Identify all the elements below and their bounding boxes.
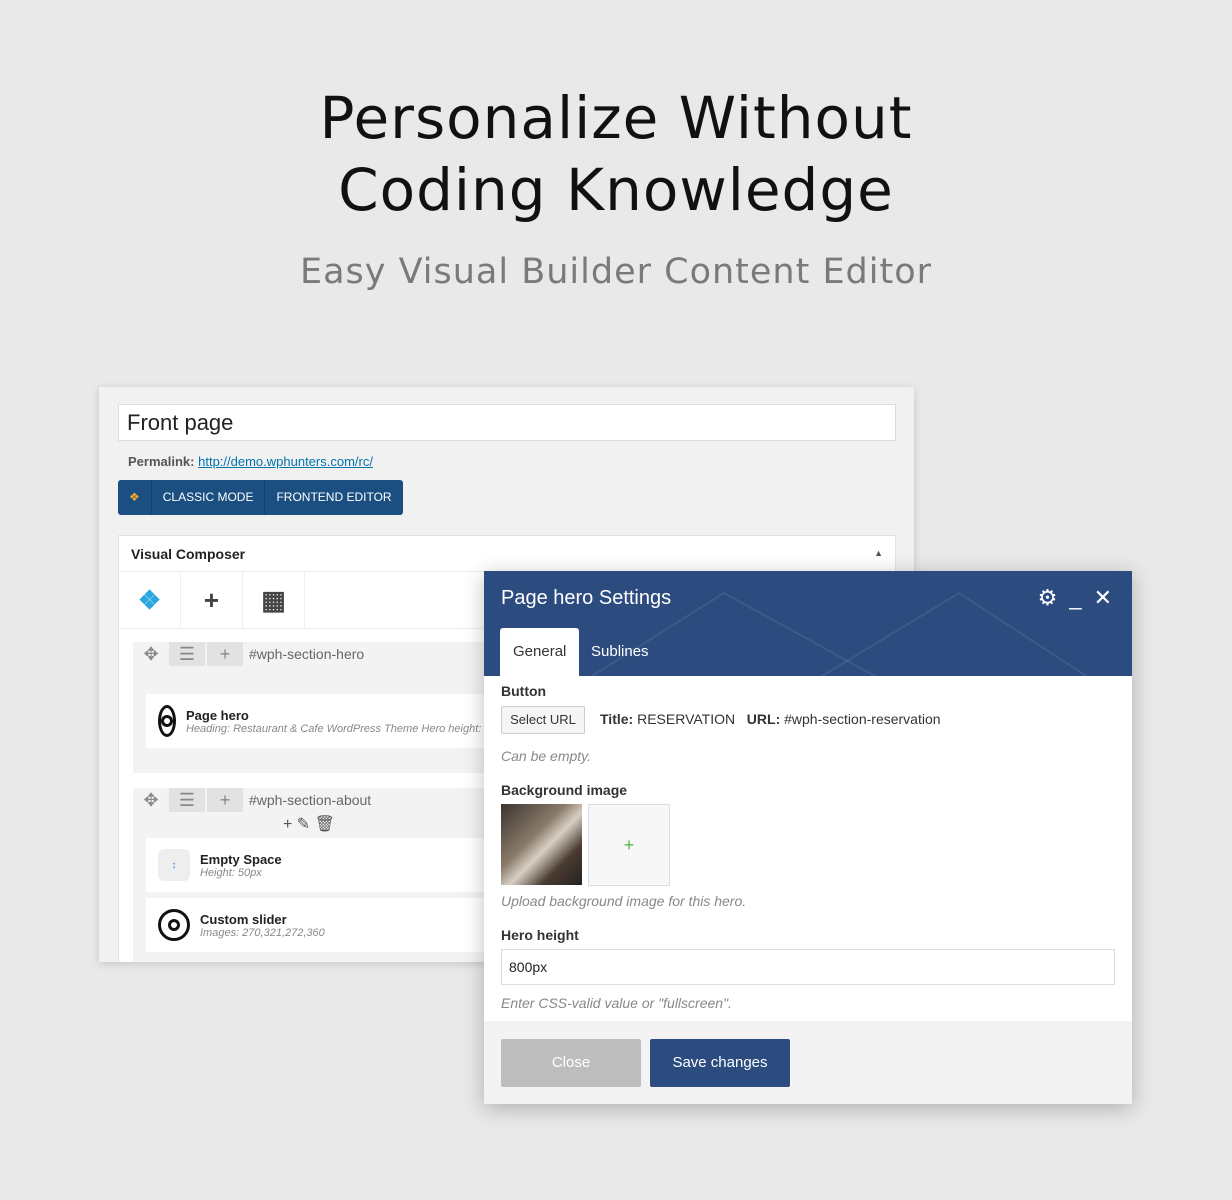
element-empty-space[interactable]: ↕ Empty Space Height: 50px xyxy=(146,838,486,892)
layout-icon[interactable]: ☰ xyxy=(169,642,205,666)
save-changes-button[interactable]: Save changes xyxy=(650,1039,790,1087)
vc-logo-icon[interactable]: ❖ xyxy=(119,572,181,628)
permalink: Permalink: http://demo.wphunters.com/rc/ xyxy=(128,454,373,469)
add-icon[interactable]: + xyxy=(207,788,243,812)
tab-sublines[interactable]: Sublines xyxy=(578,628,662,676)
layout-icon[interactable]: ☰ xyxy=(169,788,205,812)
background-image-label: Background image xyxy=(501,782,628,798)
background-image-hint: Upload background image for this hero. xyxy=(501,893,747,909)
url-info: Title: RESERVATION URL: #wph-section-res… xyxy=(600,711,941,727)
close-button[interactable]: Close xyxy=(501,1039,641,1087)
minimize-icon[interactable]: _ xyxy=(1069,585,1081,611)
element-name: Page hero xyxy=(186,707,249,723)
element-icon xyxy=(158,705,176,737)
vc-logo-icon[interactable]: ❖ xyxy=(118,480,152,515)
element-desc: Height: 50px xyxy=(200,866,262,879)
section-id: #wph-section-about xyxy=(249,792,372,808)
modal-footer: Close Save changes xyxy=(484,1021,1132,1104)
select-url-button[interactable]: Select URL xyxy=(501,706,585,734)
close-icon[interactable]: ✕ xyxy=(1094,585,1112,611)
element-custom-slider[interactable]: Custom slider Images: 270,321,272,360 xyxy=(146,898,486,952)
title-key: Title: xyxy=(600,711,634,727)
element-desc: Images: 270,321,272,360 xyxy=(200,926,325,939)
button-label: Button xyxy=(501,683,547,699)
headline-line-2: Coding Knowledge xyxy=(338,156,894,224)
tab-general[interactable]: General xyxy=(500,628,580,676)
section-id: #wph-section-hero xyxy=(249,646,365,662)
permalink-link[interactable]: http://demo.wphunters.com/rc/ xyxy=(198,454,373,469)
section-hero: ✥ ☰ + #wph-section-hero Page hero Heading: R… xyxy=(133,642,514,773)
mode-bar: ❖ CLASSIC MODE FRONTEND EDITOR xyxy=(118,480,403,515)
add-image-button[interactable]: + xyxy=(588,804,670,886)
title-value: RESERVATION xyxy=(637,711,736,727)
hero-height-label: Hero height xyxy=(501,927,579,943)
subheadline: Easy Visual Builder Content Editor xyxy=(299,252,933,292)
permalink-label: Permalink: xyxy=(128,454,195,469)
modal-header: Page hero Settings ⚙ _ ✕ General Sublines xyxy=(484,571,1132,676)
collapse-arrow-icon[interactable]: ▲ xyxy=(874,548,883,558)
url-key: URL: xyxy=(746,711,781,727)
vc-header[interactable]: Visual Composer ▲ xyxy=(119,536,895,572)
frontend-editor-button[interactable]: FRONTEND EDITOR xyxy=(265,480,402,515)
classic-mode-button[interactable]: CLASSIC MODE xyxy=(152,480,266,515)
element-name: Empty Space xyxy=(200,851,282,867)
move-icon[interactable]: ✥ xyxy=(133,788,169,812)
modal-title: Page hero Settings xyxy=(501,587,672,609)
background-image-thumbnail[interactable] xyxy=(501,804,582,885)
button-hint: Can be empty. xyxy=(501,748,592,764)
headline: Personalize Without Coding Knowledge xyxy=(0,82,1232,226)
hero-height-hint: Enter CSS-valid value or "fullscreen". xyxy=(501,995,732,1011)
column-controls[interactable]: + ✎ 🗑 xyxy=(283,814,335,834)
templates-icon[interactable]: ▦ xyxy=(243,572,305,628)
element-name: Custom slider xyxy=(200,911,287,927)
settings-modal: Page hero Settings ⚙ _ ✕ General Sublines … xyxy=(484,571,1132,1104)
url-value: #wph-section-reservation xyxy=(784,711,941,727)
headline-line-1: Personalize Without xyxy=(319,84,913,152)
element-desc: Heading: Restaurant & Cafe WordPress The… xyxy=(186,722,515,735)
page-title-input[interactable]: Front page xyxy=(118,404,896,441)
move-icon[interactable]: ✥ xyxy=(133,642,169,666)
gear-icon[interactable]: ⚙ xyxy=(1038,585,1058,611)
vc-title: Visual Composer xyxy=(131,546,246,562)
element-page-hero[interactable]: Page hero Heading: Restaurant & Cafe Word… xyxy=(146,694,514,748)
add-element-icon[interactable]: + xyxy=(181,572,243,628)
section-about: ✥ ☰ + #wph-section-about + ✎ 🗑 ↕ Empty Space… xyxy=(133,788,493,962)
empty-space-icon: ↕ xyxy=(158,849,190,881)
element-icon xyxy=(158,909,190,941)
hero-height-input[interactable]: 800px xyxy=(501,949,1115,985)
add-icon[interactable]: + xyxy=(207,642,243,666)
